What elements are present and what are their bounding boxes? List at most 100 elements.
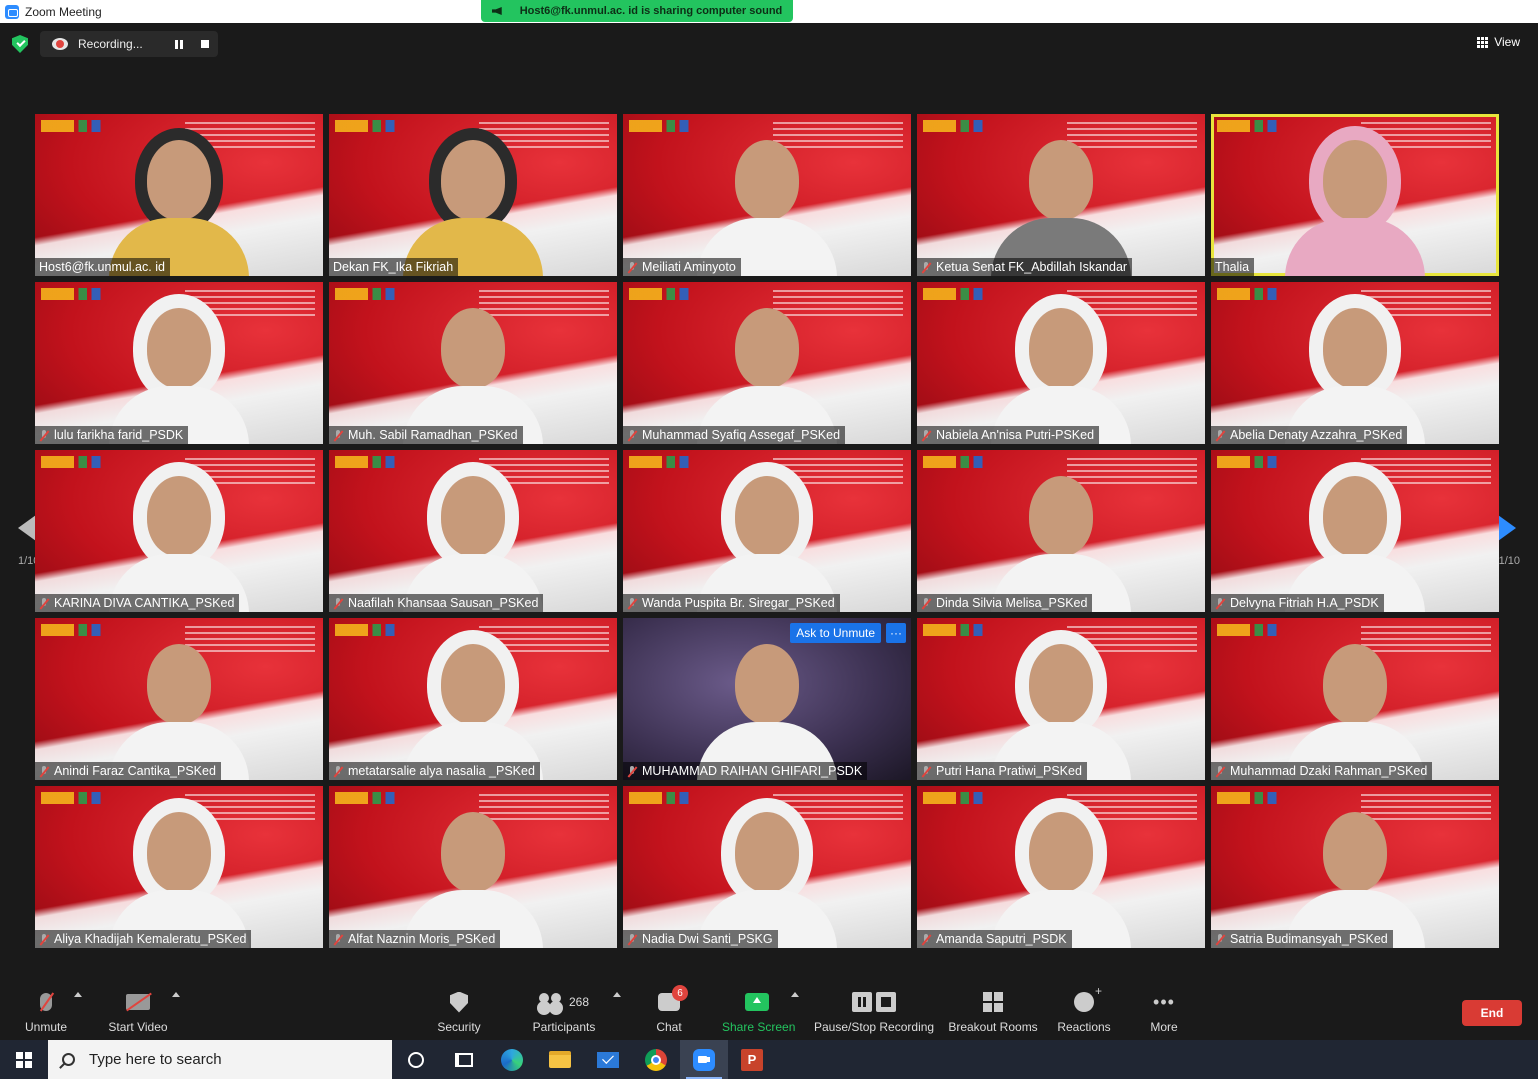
participant-tile[interactable]: Ketua Senat FK_Abdillah Iskandar bbox=[917, 114, 1205, 276]
participants-options-caret[interactable] bbox=[613, 992, 621, 997]
participant-tile[interactable]: Wanda Puspita Br. Siregar_PSKed bbox=[623, 450, 911, 612]
participant-video bbox=[104, 294, 254, 444]
muted-mic-icon bbox=[39, 597, 49, 609]
participant-name-tag: Aliya Khadijah Kemaleratu_PSKed bbox=[35, 930, 252, 948]
security-label: Security bbox=[437, 1020, 481, 1034]
pause-stop-recording-button[interactable]: Pause/Stop Recording bbox=[814, 990, 934, 1034]
unmute-button[interactable]: Unmute bbox=[22, 990, 70, 1034]
reactions-button[interactable]: Reactions bbox=[1056, 984, 1112, 1034]
participant-tile[interactable]: lulu farikha farid_PSDK bbox=[35, 282, 323, 444]
zoom-app[interactable] bbox=[680, 1040, 728, 1079]
edge-app[interactable] bbox=[488, 1040, 536, 1079]
participant-tile[interactable]: Thalia bbox=[1211, 114, 1499, 276]
participant-tile[interactable]: Meiliati Aminyoto bbox=[623, 114, 911, 276]
participants-button[interactable]: 268 Participants bbox=[530, 990, 598, 1034]
mail-app[interactable] bbox=[584, 1040, 632, 1079]
security-button[interactable]: Security bbox=[434, 990, 484, 1034]
powerpoint-icon: P bbox=[741, 1048, 763, 1071]
participant-video bbox=[692, 462, 842, 612]
participant-tile[interactable]: Satria Budimansyah_PSKed bbox=[1211, 786, 1499, 948]
cortana-button[interactable] bbox=[392, 1040, 440, 1079]
search-icon bbox=[62, 1053, 75, 1066]
security-shield-icon bbox=[450, 991, 468, 1013]
speaker-icon bbox=[491, 7, 502, 15]
participant-name: Muhammad Dzaki Rahman_PSKed bbox=[1230, 764, 1428, 778]
participant-name-tag: Abelia Denaty Azzahra_PSKed bbox=[1211, 426, 1408, 444]
reactions-label: Reactions bbox=[1057, 1020, 1111, 1034]
participant-tile[interactable]: Putri Hana Pratiwi_PSKed bbox=[917, 618, 1205, 780]
participant-tile[interactable]: metatarsalie alya nasalia _PSKed bbox=[329, 618, 617, 780]
participant-tile[interactable]: Nabiela An'nisa Putri-PSKed bbox=[917, 282, 1205, 444]
participant-video bbox=[1280, 798, 1430, 948]
participant-tile[interactable]: Host6@fk.unmul.ac. id bbox=[35, 114, 323, 276]
participant-tile[interactable]: Dekan FK_Ika Fikriah bbox=[329, 114, 617, 276]
meeting-stage: Recording... View 1/10 1/10 Host6@fk.unm… bbox=[0, 23, 1538, 980]
microphone-muted-icon bbox=[40, 993, 52, 1011]
more-label: More bbox=[1150, 1020, 1178, 1034]
muted-mic-icon bbox=[1215, 933, 1225, 945]
powerpoint-app[interactable]: P bbox=[728, 1040, 776, 1079]
breakout-rooms-button[interactable]: Breakout Rooms bbox=[948, 990, 1038, 1034]
chat-icon: 6 bbox=[658, 985, 688, 1011]
breakout-rooms-icon bbox=[983, 992, 1003, 1012]
search-placeholder: Type here to search bbox=[89, 1051, 222, 1068]
participant-name: Amanda Saputri_PSDK bbox=[936, 932, 1067, 946]
windows-start-icon[interactable] bbox=[0, 1040, 48, 1079]
start-video-button[interactable]: Start Video bbox=[106, 990, 170, 1034]
sharing-sound-banner[interactable]: Host6@fk.unmul.ac. id is sharing compute… bbox=[481, 0, 793, 22]
participant-name: Naafilah Khansaa Sausan_PSKed bbox=[348, 596, 539, 610]
more-button[interactable]: ••• More bbox=[1146, 990, 1182, 1035]
participant-tile[interactable]: Ask to Unmute ··· MUHAMMAD RAIHAN GHIFARI_… bbox=[623, 618, 911, 780]
record-icon bbox=[52, 38, 68, 50]
participant-name: Delvyna Fitriah H.A_PSDK bbox=[1230, 596, 1379, 610]
muted-mic-icon bbox=[627, 597, 637, 609]
participant-name-tag: Wanda Puspita Br. Siregar_PSKed bbox=[623, 594, 840, 612]
participant-tile[interactable]: Muhammad Syafiq Assegaf_PSKed bbox=[623, 282, 911, 444]
participant-tile[interactable]: Dinda Silvia Melisa_PSKed bbox=[917, 450, 1205, 612]
participant-tile[interactable]: Nadia Dwi Santi_PSKG bbox=[623, 786, 911, 948]
share-screen-button[interactable]: Share Screen bbox=[722, 990, 796, 1034]
share-screen-label: Share Screen bbox=[722, 1020, 796, 1034]
participant-tile[interactable]: Muhammad Dzaki Rahman_PSKed bbox=[1211, 618, 1499, 780]
participant-tile[interactable]: Anindi Faraz Cantika_PSKed bbox=[35, 618, 323, 780]
participant-video bbox=[692, 126, 842, 276]
stop-recording-icon[interactable] bbox=[200, 40, 209, 48]
participant-name-tag: Alfat Naznin Moris_PSKed bbox=[329, 930, 501, 948]
more-icon: ••• bbox=[1153, 991, 1175, 1012]
muted-mic-icon bbox=[921, 429, 931, 441]
sharing-sound-text: Host6@fk.unmul.ac. id is sharing compute… bbox=[519, 5, 783, 17]
chrome-app[interactable] bbox=[632, 1040, 680, 1079]
participant-video bbox=[1280, 462, 1430, 612]
participant-tile[interactable]: KARINA DIVA CANTIKA_PSKed bbox=[35, 450, 323, 612]
pause-recording-icon[interactable] bbox=[174, 39, 183, 49]
participant-name: Putri Hana Pratiwi_PSKed bbox=[936, 764, 1082, 778]
muted-mic-icon bbox=[921, 597, 931, 609]
participant-tile[interactable]: Delvyna Fitriah H.A_PSDK bbox=[1211, 450, 1499, 612]
participant-tile[interactable]: Alfat Naznin Moris_PSKed bbox=[329, 786, 617, 948]
share-options-caret[interactable] bbox=[791, 992, 799, 997]
muted-mic-icon bbox=[921, 933, 931, 945]
muted-mic-icon bbox=[333, 765, 343, 777]
edge-icon bbox=[501, 1048, 523, 1071]
chat-button[interactable]: 6 Chat bbox=[652, 985, 688, 1034]
end-meeting-button[interactable]: End bbox=[1462, 1000, 1522, 1026]
encryption-shield-icon[interactable] bbox=[12, 35, 28, 53]
view-button[interactable]: View bbox=[1477, 35, 1520, 49]
participant-tile[interactable]: Abelia Denaty Azzahra_PSKed bbox=[1211, 282, 1499, 444]
audio-options-caret[interactable] bbox=[74, 992, 82, 997]
tile-more-options-button[interactable]: ··· bbox=[886, 623, 906, 643]
task-view-button[interactable] bbox=[440, 1040, 488, 1079]
participant-tile[interactable]: Muh. Sabil Ramadhan_PSKed bbox=[329, 282, 617, 444]
ask-to-unmute-button[interactable]: Ask to Unmute bbox=[790, 623, 881, 643]
taskbar-search-box[interactable]: Type here to search bbox=[48, 1040, 392, 1079]
participant-tile[interactable]: Naafilah Khansaa Sausan_PSKed bbox=[329, 450, 617, 612]
participant-name-tag: MUHAMMAD RAIHAN GHIFARI_PSDK bbox=[623, 762, 868, 780]
chrome-icon bbox=[645, 1048, 667, 1071]
task-view-icon bbox=[455, 1052, 473, 1067]
participant-name-tag: metatarsalie alya nasalia _PSKed bbox=[329, 762, 540, 780]
arrow-right-icon bbox=[1498, 515, 1516, 541]
participant-tile[interactable]: Aliya Khadijah Kemaleratu_PSKed bbox=[35, 786, 323, 948]
file-explorer-app[interactable] bbox=[536, 1040, 584, 1079]
video-options-caret[interactable] bbox=[172, 992, 180, 997]
participant-tile[interactable]: Amanda Saputri_PSDK bbox=[917, 786, 1205, 948]
